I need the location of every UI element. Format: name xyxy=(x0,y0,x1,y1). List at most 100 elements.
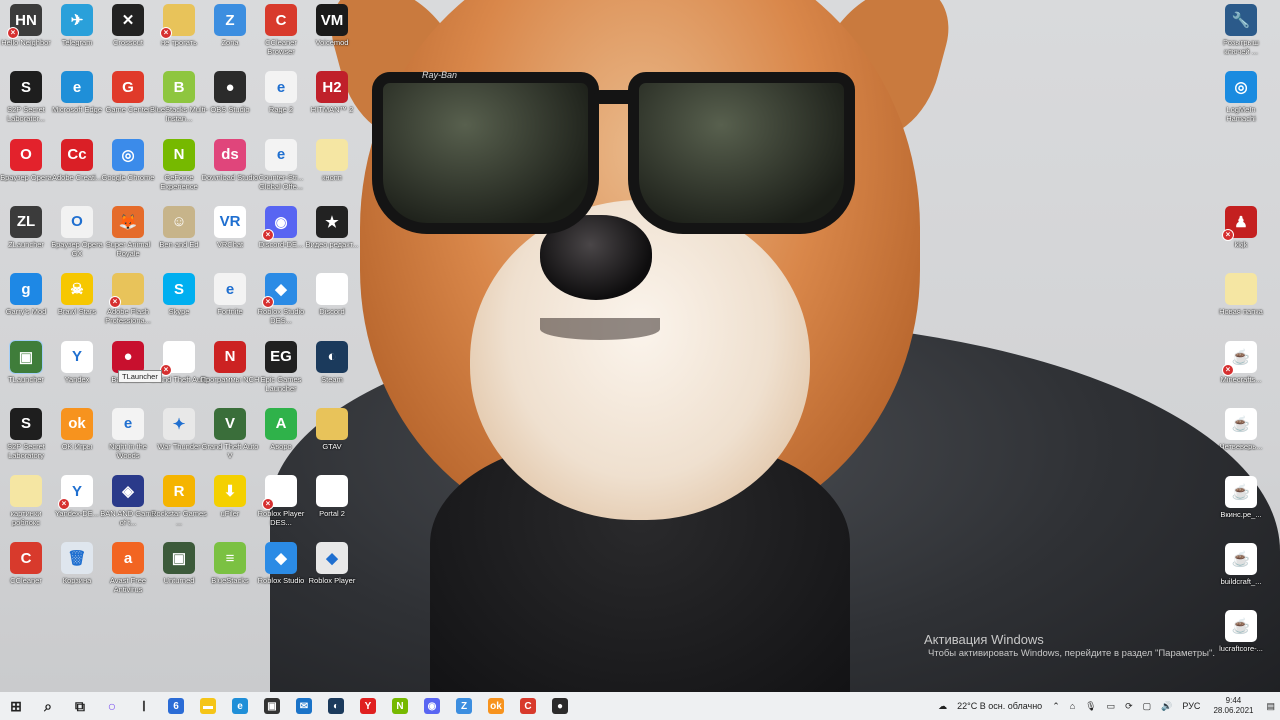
desktop-icon[interactable]: ☕ × Minecrafts... xyxy=(1211,337,1271,384)
geforce-icon: N xyxy=(163,138,195,171)
volume-icon[interactable]: 🔊 xyxy=(1161,701,1172,712)
error-badge-icon: × xyxy=(7,27,19,39)
folder-icon: × xyxy=(109,273,144,309)
language-indicator[interactable]: РУС xyxy=(1182,701,1200,711)
java-icon: ☕ xyxy=(1225,610,1257,642)
desktop-icon-label: buildcraft_... xyxy=(1220,577,1262,586)
desktop-icon[interactable]: ☕ buildcraft_... xyxy=(1211,539,1271,586)
taskbar-button[interactable]: Ⅰ xyxy=(128,692,160,720)
fortnite-icon: e xyxy=(214,273,246,306)
s2p-icon: S xyxy=(10,407,42,440)
desktop-icon-label: HITMAN™ 2 xyxy=(310,105,354,115)
battery-icon[interactable]: ▭ xyxy=(1107,701,1116,712)
sync-icon[interactable]: ⟳ xyxy=(1125,701,1133,712)
activation-title: Активация Windows xyxy=(924,632,1044,647)
yandex-icon: Y xyxy=(360,698,376,714)
wallpaper-sunglasses: Ray-Ban xyxy=(372,60,862,234)
weather-icon[interactable]: ☁ xyxy=(938,701,947,712)
clock-time: 9:44 xyxy=(1225,696,1242,705)
desktop-icon[interactable]: ☕ Четвеверь... xyxy=(1211,404,1271,451)
desktop-icon[interactable]: H2 HITMAN™ 2 xyxy=(302,67,362,114)
chevron-up-icon[interactable]: ⌃ xyxy=(1052,701,1060,712)
taskbar-button[interactable]: 6 xyxy=(160,692,192,720)
taskbar-button[interactable]: C xyxy=(512,692,544,720)
opera-icon: O xyxy=(10,138,42,171)
network-icon[interactable]: ⌂ xyxy=(1070,701,1075,711)
ok-games-icon: ok xyxy=(488,698,504,714)
hello-neighbor-icon: HN × xyxy=(7,4,42,39)
taskbar-button[interactable]: ⧉ xyxy=(64,692,96,720)
display-icon[interactable]: ▢ xyxy=(1143,701,1152,712)
video-editor-icon: ★ xyxy=(316,205,348,238)
wallpaper-mouth xyxy=(540,318,660,340)
taskbar-button[interactable]: ○ xyxy=(96,692,128,720)
desktop-icon[interactable]: ♟ × kkjk xyxy=(1211,202,1271,249)
roblox-studio-icon: ◆ xyxy=(265,542,297,575)
taskbar-button[interactable]: ⊞ xyxy=(0,692,32,720)
desktop-icon[interactable]: ◆ Roblox Player xyxy=(302,538,362,585)
desktop-icon[interactable]: Portal 2 xyxy=(302,471,362,518)
error-badge-icon: × xyxy=(160,27,172,39)
desktop-icon[interactable]: Новая папка xyxy=(1211,269,1271,316)
desktop-icon-label: Steam xyxy=(321,374,343,384)
obs-icon: ● xyxy=(214,71,246,104)
file-icon: × xyxy=(262,475,297,511)
desktop-icon[interactable]: VM Voicemod xyxy=(302,0,362,47)
geforce-icon: N xyxy=(392,698,408,714)
taskbar-button[interactable]: N xyxy=(384,692,416,720)
discord-icon: ◉ × xyxy=(262,205,297,241)
folder-icon xyxy=(1225,273,1257,305)
rage2-icon: e xyxy=(265,71,297,104)
taskbar-button[interactable]: ▣ xyxy=(256,692,288,720)
taskbar-button[interactable]: Y xyxy=(352,692,384,720)
file-icon xyxy=(316,475,348,508)
folder-icon xyxy=(10,475,42,508)
folder-icon: × xyxy=(160,4,195,39)
adobe-cc-icon: Cc xyxy=(61,138,93,171)
yandex-icon: Y xyxy=(61,340,93,373)
zlauncher-icon: ZL xyxy=(10,205,42,238)
taskbar-button[interactable]: ◐ xyxy=(320,692,352,720)
hitman2-icon: H2 xyxy=(316,71,348,104)
roblox-player-icon: ◆ xyxy=(316,542,348,575)
desktop-icon[interactable]: ★ Видео редакт... xyxy=(302,202,362,249)
desktop-icon-label: Вкинс.pe_... xyxy=(1220,510,1262,519)
weather-text[interactable]: 22°C В осн. облачно xyxy=(957,701,1042,711)
game-icon: ◈ xyxy=(112,475,144,508)
notifications-icon[interactable]: ▤ xyxy=(1266,701,1275,712)
file-explorer-icon: ▬ xyxy=(200,698,216,714)
csgo-icon: e xyxy=(265,138,297,171)
voicemod-icon: VM xyxy=(316,4,348,36)
desktop-icon[interactable]: ☕ Вкинс.pe_... xyxy=(1211,472,1271,519)
s2p-icon: S xyxy=(10,71,42,104)
taskbar-button[interactable]: ⌕ xyxy=(32,692,64,720)
sunglasses-brand: Ray-Ban xyxy=(422,70,458,80)
desktop-icon[interactable]: ☕ lucraftcore-... xyxy=(1211,606,1271,653)
ccleaner-browser-icon: C xyxy=(265,4,297,36)
steam-icon: ◐ xyxy=(316,340,348,373)
taskbar-button[interactable]: Z xyxy=(448,692,480,720)
desktop-icon[interactable]: GTAV xyxy=(302,404,362,451)
key-giveaway-icon: 🔧 xyxy=(1225,4,1257,36)
microphone-icon[interactable]: 🎙 xyxy=(1085,701,1096,712)
nch-icon: N xyxy=(214,340,246,373)
taskbar-button[interactable]: ✉ xyxy=(288,692,320,720)
taskbar-button[interactable]: e xyxy=(224,692,256,720)
desktop-icon[interactable]: кнопп xyxy=(302,135,362,182)
desktop-icon[interactable]: ◐ Steam xyxy=(302,337,362,384)
desktop-icon[interactable]: ◎ LogMeIn Hamachi xyxy=(1211,67,1271,123)
crossout-icon: ✕ xyxy=(112,4,144,36)
discord-icon: ◉ xyxy=(424,698,440,714)
desktop-icon[interactable]: 🔧 Розыгрыш ключей ... xyxy=(1211,0,1271,56)
app-icon: Ⅰ xyxy=(141,697,147,714)
file-icon: × xyxy=(160,340,195,376)
desktop-icon[interactable]: Discord xyxy=(302,269,362,316)
taskbar-button[interactable]: ok xyxy=(480,692,512,720)
error-badge-icon: × xyxy=(262,228,274,241)
clock[interactable]: 9:44 28.06.2021 xyxy=(1213,696,1253,716)
avast-icon: a xyxy=(112,542,144,575)
taskbar-button[interactable]: ● xyxy=(544,692,576,720)
taskbar-button[interactable]: ▬ xyxy=(192,692,224,720)
rockstar-icon: R xyxy=(163,475,195,508)
taskbar-button[interactable]: ◉ xyxy=(416,692,448,720)
